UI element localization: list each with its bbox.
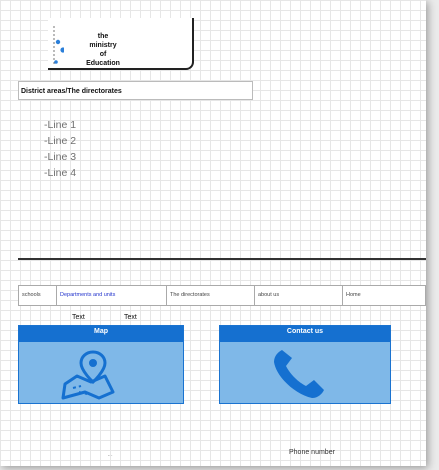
contact-us-card-title: Contact us: [220, 326, 390, 342]
map-pin-icon: [61, 350, 115, 400]
logo-line: Education: [86, 60, 120, 67]
nav-item-home[interactable]: Home: [343, 286, 425, 305]
breadcrumb: District areas/The directorates: [18, 81, 253, 100]
logo-line: of: [99, 51, 107, 58]
content-line: -Line 2: [44, 135, 77, 147]
ministry-logo-text: the ministry of Education: [72, 32, 134, 68]
text-label: Text: [72, 314, 85, 321]
footer-small-text: - ·: [108, 453, 113, 459]
nav-item-schools[interactable]: schools: [19, 286, 57, 305]
contact-us-card[interactable]: Contact us: [219, 325, 391, 404]
section-divider: [18, 258, 426, 260]
ministry-logo-icon: [53, 26, 64, 66]
page-canvas: the ministry of Education District areas…: [0, 0, 426, 466]
phone-number-label: Phone number: [289, 449, 335, 456]
content-line: -Line 1: [44, 119, 77, 131]
nav-item-about-us[interactable]: about us: [255, 286, 343, 305]
ministry-logo[interactable]: the ministry of Education: [48, 18, 194, 70]
logo-line: ministry: [89, 42, 117, 49]
nav-item-departments-and-units[interactable]: Departments and units: [57, 286, 167, 305]
content-line: -Line 3: [44, 151, 77, 163]
content-lines: -Line 1 -Line 2 -Line 3 -Line 4: [44, 117, 76, 181]
text-label: Text: [124, 314, 137, 321]
nav-bar: schools Departments and units The direct…: [18, 285, 426, 306]
nav-item-the-directorates[interactable]: The directorates: [167, 286, 255, 305]
map-card-title: Map: [19, 326, 183, 342]
phone-icon: [274, 350, 324, 398]
map-card[interactable]: Map: [18, 325, 184, 404]
logo-line: the: [97, 33, 109, 40]
content-line: -Line 4: [44, 167, 77, 179]
